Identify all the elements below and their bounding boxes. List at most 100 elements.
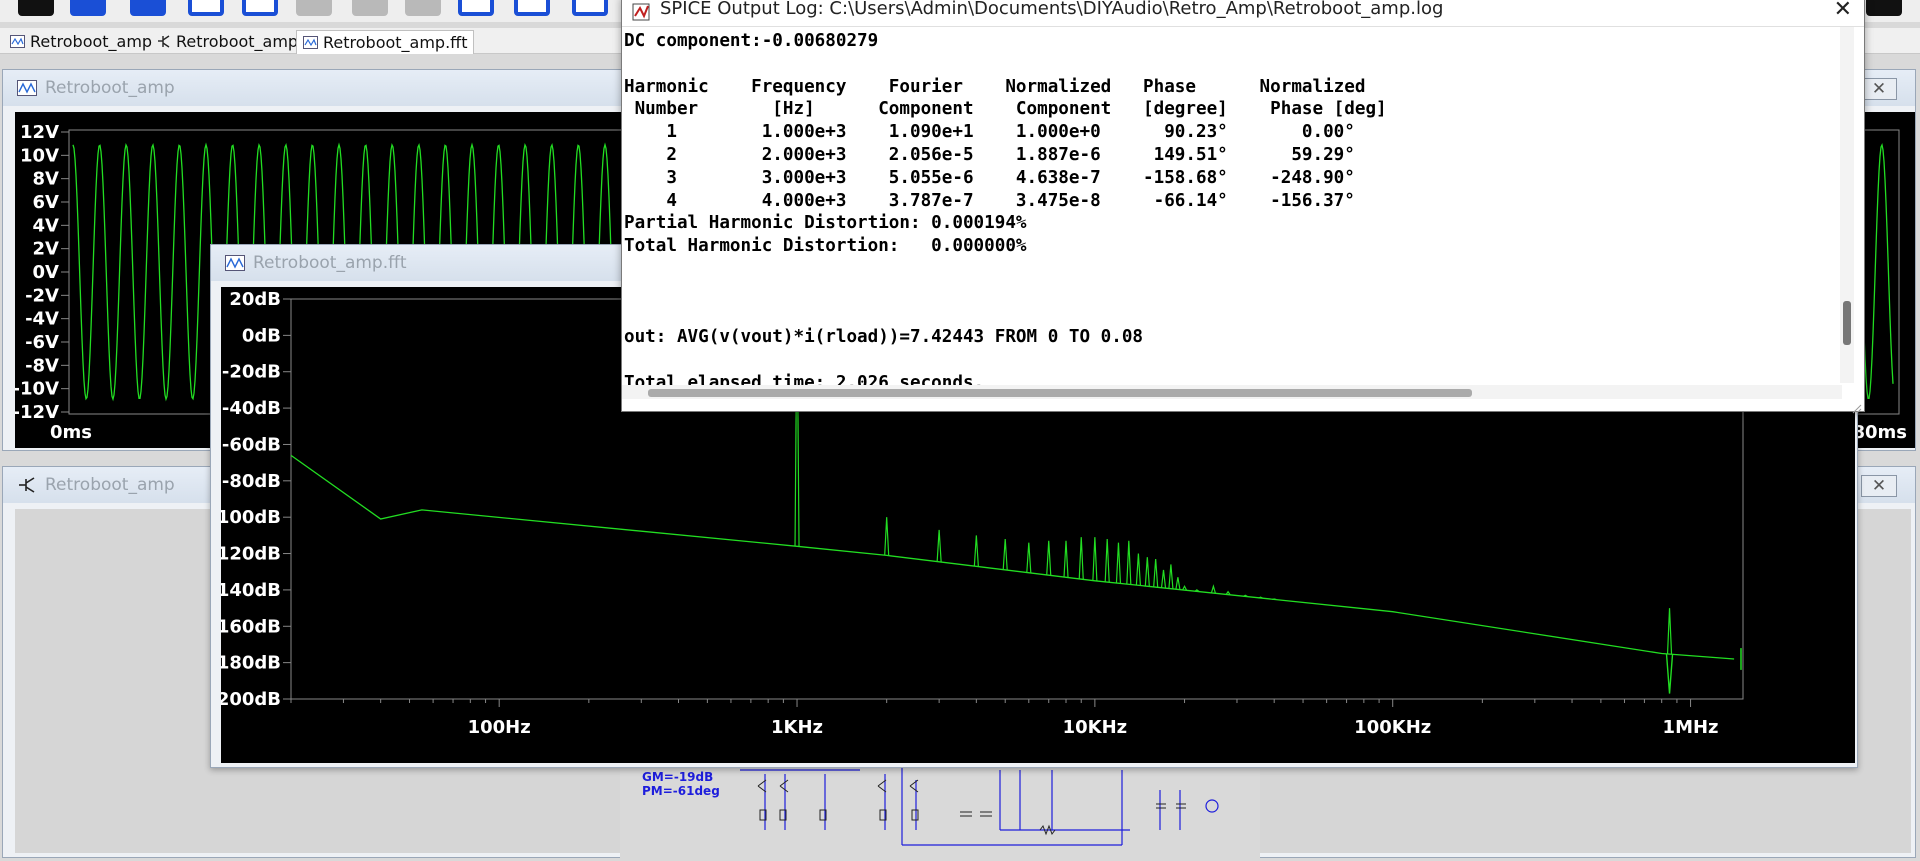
tile-horizontal-icon[interactable] bbox=[458, 0, 494, 16]
close-icon[interactable]: ✕ bbox=[1861, 475, 1897, 497]
log-line: 2 2.000e+3 2.056e-5 1.887e-6 149.51° 59.… bbox=[624, 144, 1355, 165]
save-icon[interactable] bbox=[188, 0, 224, 16]
log-line: 1 1.000e+3 1.090e+1 1.000e+0 90.23° 0.00… bbox=[624, 122, 1355, 143]
log-line: Harmonic Frequency Fourier Normalized Ph… bbox=[624, 76, 1366, 97]
schematic-window-title: Retroboot_amp bbox=[45, 475, 175, 495]
vertical-scrollbar[interactable] bbox=[1840, 27, 1854, 383]
fft-peak bbox=[1026, 542, 1032, 573]
log-window-title: SPICE Output Log: C:\Users\Admin\Documen… bbox=[660, 0, 1444, 19]
settings-icon[interactable] bbox=[18, 0, 54, 16]
fft-peak bbox=[884, 517, 890, 556]
x-tick-label: 100Hz bbox=[468, 717, 531, 738]
open-icon[interactable] bbox=[130, 0, 166, 16]
fft-peak bbox=[1168, 564, 1174, 589]
log-window-titlebar[interactable]: SPICE Output Log: C:\Users\Admin\Documen… bbox=[622, 0, 1864, 27]
x-tick-label: 1KHz bbox=[771, 717, 823, 738]
tab-schematic[interactable]: Retroboot_amp bbox=[150, 30, 304, 54]
fft-peak bbox=[1046, 540, 1052, 576]
fft-peak bbox=[1666, 608, 1673, 655]
y-tick-label: -80dB bbox=[222, 471, 281, 492]
control-panel-icon[interactable] bbox=[296, 0, 332, 16]
fft-peak bbox=[1126, 540, 1132, 585]
x-tick-label: 100KHz bbox=[1354, 717, 1431, 738]
log-text-area[interactable]: DC component:-0.00680279 Harmonic Freque… bbox=[624, 30, 1842, 385]
schematic-drawing[interactable]: GM=-19dB PM=-61deg bbox=[620, 760, 1260, 860]
fft-peak bbox=[1210, 584, 1216, 594]
fft-peak bbox=[1002, 538, 1008, 570]
y-tick-label: -120dB bbox=[221, 544, 281, 565]
schematic-wires bbox=[740, 760, 1219, 846]
x-tick-label: 1MHz bbox=[1663, 717, 1719, 738]
y-tick-label: -6V bbox=[25, 332, 59, 353]
y-tick-label: -180dB bbox=[221, 653, 281, 674]
fft-peak bbox=[1175, 577, 1181, 590]
x-tick-label: 0ms bbox=[50, 422, 92, 443]
log-line: Total Harmonic Distortion: 0.000000% bbox=[624, 236, 1027, 257]
fft-peak bbox=[1135, 553, 1141, 586]
y-tick-label: 10V bbox=[20, 145, 59, 166]
cascade-icon[interactable] bbox=[572, 0, 608, 16]
y-tick-label: 2V bbox=[33, 239, 60, 260]
y-tick-label: -200dB bbox=[221, 689, 281, 710]
tile-vertical-icon[interactable] bbox=[514, 0, 550, 16]
y-tick-label: 6V bbox=[33, 192, 60, 213]
horizontal-scrollbar-thumb[interactable] bbox=[648, 389, 1472, 397]
y-tick-label: -8V bbox=[25, 355, 59, 376]
x-tick-label: 80ms bbox=[1852, 422, 1907, 443]
run-icon[interactable] bbox=[352, 0, 388, 16]
log-line: Number [Hz] Component Component [degree]… bbox=[624, 99, 1387, 120]
close-icon[interactable]: ✕ bbox=[1861, 78, 1897, 100]
log-line: Partial Harmonic Distortion: 0.000194% bbox=[624, 213, 1027, 234]
tab-fft[interactable]: Retroboot_amp.fft bbox=[296, 30, 475, 54]
schematic-icon bbox=[19, 477, 35, 493]
halt-icon[interactable] bbox=[405, 0, 441, 16]
y-tick-label: -100dB bbox=[221, 507, 281, 528]
print-icon[interactable] bbox=[242, 0, 278, 16]
y-tick-label: -10V bbox=[15, 379, 59, 400]
fft-peak bbox=[1104, 538, 1110, 583]
y-tick-label: 0V bbox=[33, 262, 60, 283]
fft-window-title: Retroboot_amp.fft bbox=[253, 253, 407, 273]
fft-peak bbox=[1092, 537, 1098, 581]
log-line: Total elapsed time: 2.026 seconds. bbox=[624, 372, 985, 385]
fft-peak bbox=[1144, 557, 1150, 587]
y-tick-label: 4V bbox=[33, 215, 60, 236]
log-line: 3 3.000e+3 5.055e-6 4.638e-7 -158.68° -2… bbox=[624, 167, 1355, 188]
tab-label: Retroboot_amp bbox=[176, 32, 299, 51]
y-tick-label: 20dB bbox=[229, 289, 281, 310]
resize-grip-icon[interactable] bbox=[1852, 399, 1862, 414]
y-tick-label: -140dB bbox=[221, 580, 281, 601]
fft-peak bbox=[1160, 569, 1167, 589]
horizontal-scrollbar[interactable] bbox=[622, 385, 1842, 399]
y-tick-label: -60dB bbox=[222, 434, 281, 455]
waveform-icon bbox=[17, 80, 37, 96]
waveform-icon bbox=[225, 255, 245, 271]
vertical-scrollbar-thumb[interactable] bbox=[1843, 301, 1851, 345]
waveform-icon bbox=[303, 36, 318, 49]
x-tick-label: 10KHz bbox=[1063, 717, 1128, 738]
log-line: DC component:-0.00680279 bbox=[624, 31, 879, 51]
tab-waveform[interactable]: Retroboot_amp bbox=[4, 30, 158, 54]
close-icon[interactable]: ✕ bbox=[1834, 0, 1852, 22]
fft-noise-floor bbox=[290, 454, 1735, 660]
fft-peak bbox=[936, 529, 942, 562]
tab-label: Retroboot_amp.fft bbox=[323, 33, 468, 52]
y-tick-label: 0dB bbox=[242, 325, 281, 346]
fft-peak bbox=[1153, 558, 1159, 588]
fft-peak bbox=[973, 535, 979, 567]
waveform-window-title: Retroboot_amp bbox=[45, 78, 175, 98]
log-line: 4 4.000e+3 3.787e-7 3.475e-8 -66.14° -15… bbox=[624, 190, 1355, 211]
new-schematic-icon[interactable] bbox=[70, 0, 106, 16]
waveform-icon bbox=[10, 35, 25, 48]
zoom-icon[interactable] bbox=[1866, 0, 1902, 16]
spice-log-window[interactable]: SPICE Output Log: C:\Users\Admin\Documen… bbox=[621, 0, 1865, 414]
y-tick-label: -40dB bbox=[222, 398, 281, 419]
y-tick-label: -160dB bbox=[221, 616, 281, 637]
fft-peak bbox=[1115, 542, 1122, 584]
y-tick-label: -2V bbox=[25, 285, 59, 306]
